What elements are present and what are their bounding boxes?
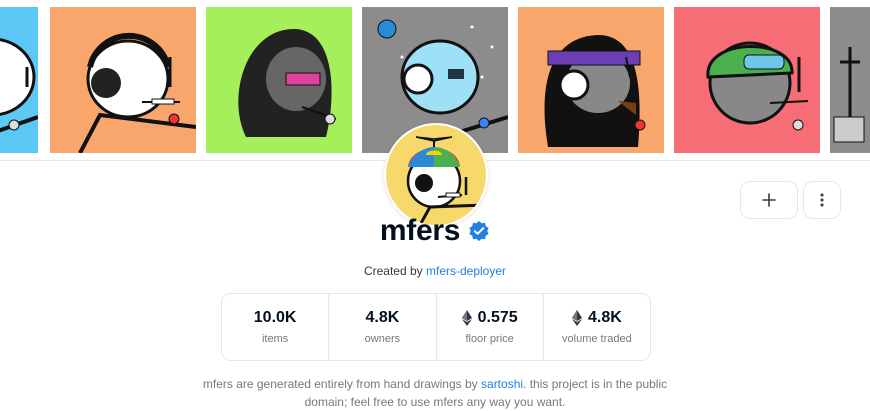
- description-text: mfers are generated entirely from hand d…: [202, 377, 478, 391]
- collection-description: mfers are generated entirely from hand d…: [0, 375, 870, 411]
- banner-image: [206, 7, 352, 153]
- created-by-label: Created by: [363, 264, 423, 278]
- collection-stats: 10.0K items 4.8K owners 0.575 floor pric…: [221, 293, 651, 361]
- stat-value: 10.0K: [253, 309, 297, 326]
- banner-image: [830, 7, 870, 153]
- verified-badge-icon: [469, 221, 489, 241]
- stat-label: volume traded: [562, 333, 632, 345]
- stat-floor-price[interactable]: 0.575 floor price: [437, 294, 544, 360]
- creator-line: Created by mfers-deployer: [0, 264, 870, 278]
- creator-link[interactable]: mfers-deployer: [426, 264, 506, 278]
- banner-image: [518, 7, 664, 153]
- collection-title: mfers: [379, 214, 461, 247]
- banner-image: [674, 7, 820, 153]
- collection-avatar: [384, 123, 488, 227]
- stat-value: 4.8K: [365, 309, 400, 326]
- ethereum-icon: [571, 310, 582, 326]
- artist-link[interactable]: sartoshi: [481, 377, 523, 391]
- stat-value: 0.575: [477, 309, 518, 326]
- plus-icon: [762, 193, 776, 207]
- ethereum-icon: [461, 310, 472, 326]
- banner-image: [50, 7, 196, 153]
- description-text: domain; feel free to use mfers any way y…: [304, 395, 566, 409]
- more-vertical-icon: [820, 193, 824, 207]
- description-text: . this project is in the public: [523, 377, 668, 391]
- stat-label: items: [261, 333, 289, 345]
- collection-header: mfers: [0, 214, 870, 248]
- stat-label: owners: [364, 333, 401, 345]
- banner-image: [0, 7, 38, 153]
- stat-items[interactable]: 10.0K items: [222, 294, 330, 360]
- stat-label: floor price: [465, 333, 514, 345]
- stat-volume-traded[interactable]: 4.8K volume traded: [544, 294, 650, 360]
- stat-value: 4.8K: [587, 309, 622, 326]
- stat-owners[interactable]: 4.8K owners: [329, 294, 437, 360]
